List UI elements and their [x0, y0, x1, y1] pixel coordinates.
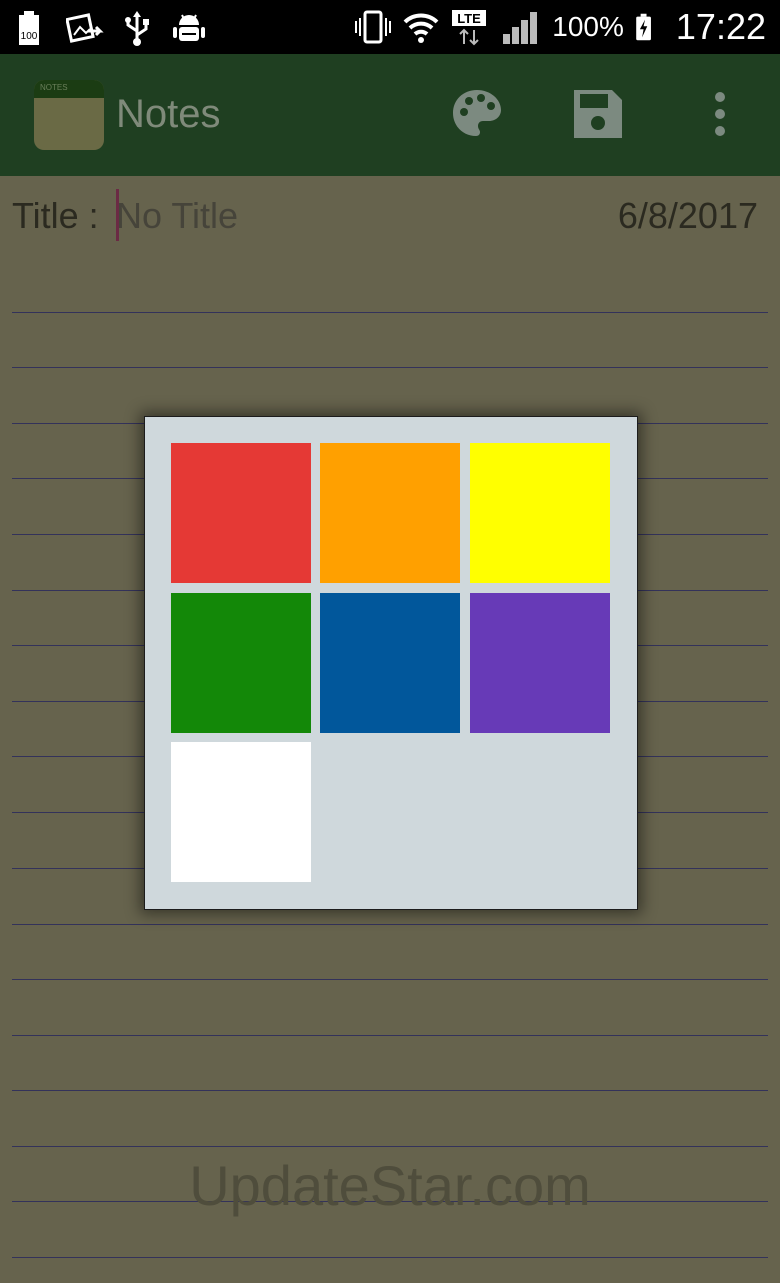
- text-cursor: [116, 189, 119, 241]
- note-line: [12, 924, 768, 925]
- android-debug-icon: [170, 9, 208, 47]
- status-bar-left: 100: [14, 8, 208, 48]
- color-swatch-yellow[interactable]: [470, 443, 610, 583]
- color-swatch-blue[interactable]: [320, 593, 460, 733]
- battery-100-label: 100: [21, 31, 38, 42]
- app-bar: NOTES Notes: [0, 54, 780, 176]
- clock: 17:22: [675, 6, 766, 47]
- note-line: [12, 979, 768, 980]
- wifi-icon: [402, 8, 440, 46]
- color-swatch-red[interactable]: [171, 443, 311, 583]
- title-label: Title :: [12, 195, 99, 236]
- note-line: [12, 367, 768, 368]
- gallery-share-icon: [66, 9, 104, 47]
- note-line: [12, 1146, 768, 1147]
- signal-strength-icon: [498, 8, 542, 46]
- save-button[interactable]: [568, 84, 628, 144]
- usb-icon: [118, 9, 156, 47]
- note-line: [12, 1257, 768, 1258]
- color-picker-dialog: [144, 416, 638, 910]
- watermark: UpdateStar.com: [189, 1154, 591, 1217]
- title-row: Title : 6/8/2017: [12, 189, 768, 241]
- logo-text: NOTES: [40, 83, 68, 92]
- lte-icon: LTE: [450, 8, 488, 46]
- network-type-label: LTE: [457, 11, 481, 26]
- title-input[interactable]: [116, 194, 516, 238]
- save-icon: [570, 86, 626, 142]
- palette-icon: [449, 86, 505, 142]
- note-line: [12, 1090, 768, 1091]
- palette-button[interactable]: [447, 84, 507, 144]
- note-line: [12, 312, 768, 313]
- battery-charging-icon: [634, 8, 662, 46]
- note-line: [12, 1035, 768, 1036]
- more-vert-icon: [692, 86, 748, 142]
- note-date: 6/8/2017: [617, 195, 758, 236]
- notes-app-logo-icon: NOTES: [34, 80, 104, 150]
- color-swatch-orange[interactable]: [320, 443, 460, 583]
- battery-percent: 100%: [552, 11, 624, 42]
- status-bar-right: LTE 100% 17:22: [354, 6, 766, 48]
- color-swatch-green[interactable]: [171, 593, 311, 733]
- more-options-button[interactable]: [690, 84, 750, 144]
- battery-100-icon: 100: [14, 9, 52, 47]
- vibrate-icon: [354, 8, 392, 46]
- app-title: Notes: [116, 92, 221, 136]
- status-bar: 100 LTE 100% 17:22: [0, 0, 780, 54]
- color-swatch-white[interactable]: [171, 742, 311, 882]
- color-swatch-purple[interactable]: [470, 593, 610, 733]
